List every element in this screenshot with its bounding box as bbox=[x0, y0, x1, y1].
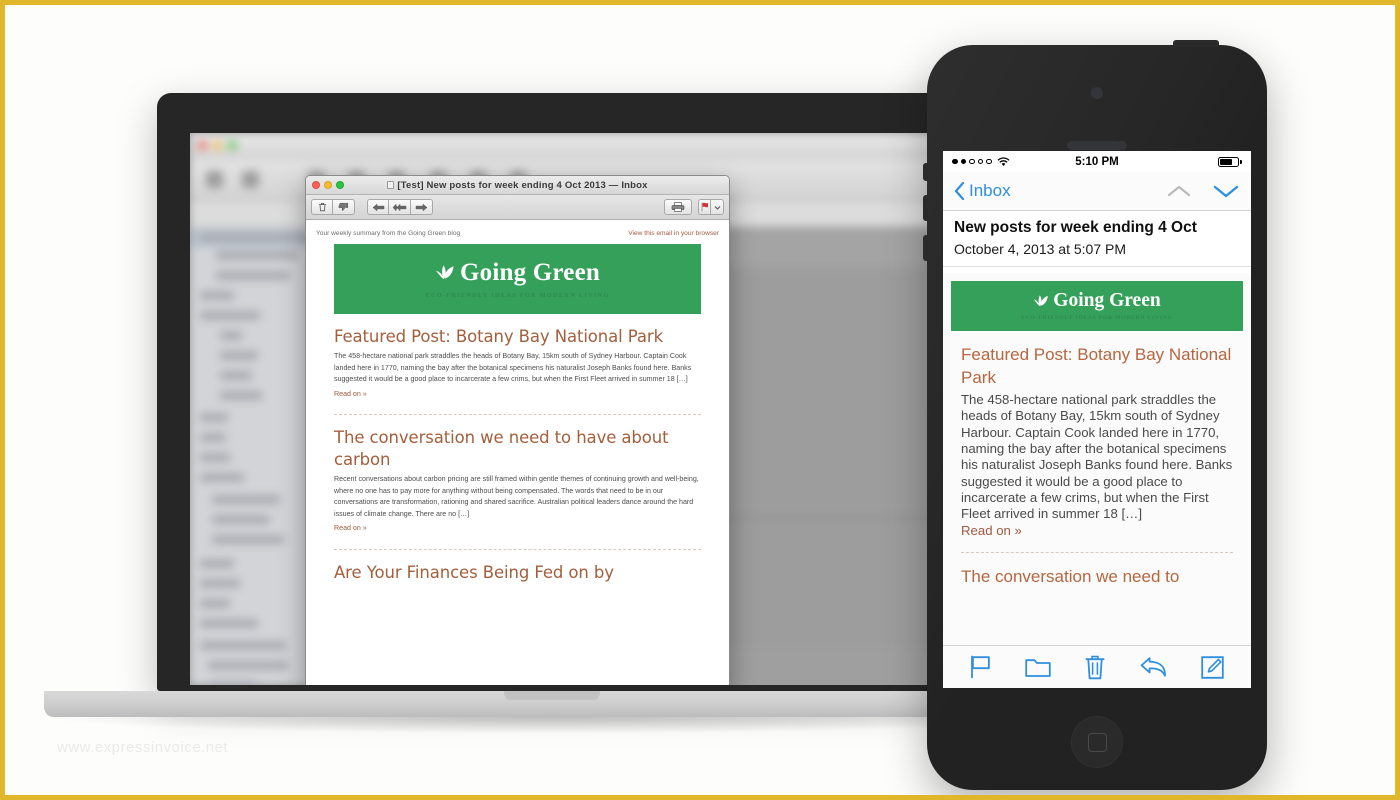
brand-tagline: ECO-FRIENDLY IDEAS FOR MODERN LIVING bbox=[1021, 315, 1173, 322]
reply-all-arrow-icon bbox=[392, 203, 407, 211]
article-item[interactable]: The conversation we need to have about c… bbox=[334, 415, 701, 534]
home-square-icon bbox=[1087, 732, 1107, 752]
message-subject: New posts for week ending 4 Oct bbox=[954, 219, 1197, 236]
trash-icon bbox=[318, 203, 326, 212]
email-brand-header: Going Green ECO-FRIENDLY IDEAS FOR MODER… bbox=[334, 244, 701, 314]
brand-name-text: Going Green bbox=[460, 258, 600, 286]
article-item[interactable]: Are Your Finances Being Fed on by bbox=[334, 550, 701, 583]
laptop-screen: [Test] New posts for week ending 4 Oct 2… bbox=[190, 133, 935, 685]
flag-icon bbox=[701, 202, 708, 212]
flag-menu-button[interactable] bbox=[711, 199, 724, 215]
brand-title: Going Green bbox=[435, 260, 600, 285]
article-body-text: Recent conversations about carbon pricin… bbox=[334, 475, 699, 518]
reply-button[interactable] bbox=[367, 199, 389, 215]
laptop-device: [Test] New posts for week ending 4 Oct 2… bbox=[44, 93, 1060, 756]
delete-button[interactable] bbox=[311, 199, 333, 215]
message-actions-group[interactable] bbox=[311, 199, 355, 215]
mail-action-toolbar[interactable] bbox=[943, 645, 1251, 688]
ring-silent-switch[interactable] bbox=[923, 163, 928, 181]
forward-button[interactable] bbox=[411, 199, 433, 215]
message-date: October 4, 2013 at 5:07 PM bbox=[954, 240, 1126, 257]
email-window-title-text: [Test] New posts for week ending 4 Oct 2… bbox=[397, 179, 648, 191]
brand-title: Going Green bbox=[1033, 289, 1161, 311]
front-camera-icon bbox=[1091, 87, 1103, 99]
read-on-link[interactable]: Read on » bbox=[961, 523, 1233, 539]
laptop-lid: [Test] New posts for week ending 4 Oct 2… bbox=[157, 93, 947, 691]
brand-tagline: ECO-FRIENDLY IDEAS FOR MODERN LIVING bbox=[425, 291, 610, 299]
chevron-left-icon bbox=[954, 182, 965, 200]
email-window-title: [Test] New posts for week ending 4 Oct 2… bbox=[306, 180, 729, 191]
iphone-screen[interactable]: 5:10 PM Inbox New posts for week ending … bbox=[943, 151, 1251, 688]
chevron-up-icon[interactable] bbox=[1167, 184, 1191, 198]
article-body: Recent conversations about carbon pricin… bbox=[334, 474, 701, 534]
back-to-inbox-button[interactable]: Inbox bbox=[954, 181, 1011, 201]
bg-titlebar bbox=[190, 133, 935, 159]
chevron-down-icon[interactable] bbox=[1213, 184, 1239, 199]
leaf-icon bbox=[1034, 295, 1049, 307]
home-button[interactable] bbox=[1071, 716, 1123, 768]
ios-status-bar: 5:10 PM bbox=[943, 151, 1251, 172]
watermark-text: www.expressinvoice.net bbox=[57, 739, 229, 756]
leaf-icon bbox=[436, 265, 454, 279]
article-title[interactable]: The conversation we need to have about c… bbox=[334, 427, 701, 470]
view-in-browser-link[interactable]: View this email in your browser bbox=[628, 230, 719, 237]
article-title[interactable]: Featured Post: Botany Bay National Park bbox=[961, 344, 1233, 390]
flag-icon[interactable] bbox=[970, 655, 991, 679]
reply-arrow-icon[interactable] bbox=[1140, 656, 1167, 678]
document-icon bbox=[387, 180, 395, 189]
preheader-text: Your weekly summary from the Going Green… bbox=[316, 230, 461, 237]
status-bar-time: 5:10 PM bbox=[1075, 155, 1119, 168]
print-button[interactable] bbox=[664, 199, 692, 215]
message-nav-group[interactable] bbox=[1167, 184, 1239, 199]
volume-up-button[interactable] bbox=[923, 195, 928, 221]
email-viewer-window[interactable]: [Test] New posts for week ending 4 Oct 2… bbox=[305, 175, 730, 685]
bg-window-controls bbox=[198, 141, 237, 150]
printer-icon bbox=[671, 202, 685, 212]
chevron-down-icon bbox=[714, 205, 720, 210]
article-body-text: The 458-hectare national park straddles … bbox=[334, 352, 692, 384]
screenshot-stage: [Test] New posts for week ending 4 Oct 2… bbox=[0, 0, 1400, 800]
article-item[interactable]: Featured Post: Botany Bay National Park … bbox=[334, 314, 701, 400]
junk-button[interactable] bbox=[333, 199, 355, 215]
article-body-text: The 458-hectare national park straddles … bbox=[961, 391, 1233, 522]
read-on-link[interactable]: Read on » bbox=[334, 389, 701, 400]
reply-arrow-icon bbox=[372, 203, 384, 211]
ios-navigation-bar[interactable]: Inbox bbox=[943, 172, 1251, 211]
email-brand-header: Going Green ECO-FRIENDLY IDEAS FOR MODER… bbox=[951, 281, 1243, 331]
article-title[interactable]: Are Your Finances Being Fed on by bbox=[334, 562, 701, 583]
article-item[interactable]: Featured Post: Botany Bay National Park … bbox=[943, 331, 1251, 539]
reply-actions-group[interactable] bbox=[367, 199, 433, 215]
read-on-link[interactable]: Read on » bbox=[334, 523, 701, 534]
laptop-lid-notch bbox=[504, 691, 600, 700]
message-content[interactable]: Going Green ECO-FRIENDLY IDEAS FOR MODER… bbox=[943, 273, 1251, 645]
compose-icon[interactable] bbox=[1201, 655, 1224, 679]
toolbar-right-group[interactable] bbox=[664, 199, 724, 215]
article-body: The 458-hectare national park straddles … bbox=[334, 351, 701, 400]
flag-group[interactable] bbox=[698, 199, 724, 215]
email-window-toolbar[interactable] bbox=[306, 195, 729, 220]
email-body[interactable]: Your weekly summary from the Going Green… bbox=[306, 221, 729, 685]
battery-icon bbox=[1218, 156, 1242, 167]
article-body: The 458-hectare national park straddles … bbox=[961, 392, 1233, 539]
email-preheader: Your weekly summary from the Going Green… bbox=[306, 221, 729, 244]
flag-button[interactable] bbox=[698, 199, 711, 215]
email-window-titlebar[interactable]: [Test] New posts for week ending 4 Oct 2… bbox=[306, 176, 729, 195]
article-title[interactable]: Featured Post: Botany Bay National Park bbox=[334, 326, 701, 347]
thumbs-down-icon bbox=[338, 202, 349, 211]
article-item[interactable]: The conversation we need to bbox=[943, 553, 1251, 589]
folder-icon[interactable] bbox=[1025, 656, 1051, 678]
brand-name-text: Going Green bbox=[1053, 289, 1161, 311]
iphone-device: 5:10 PM Inbox New posts for week ending … bbox=[923, 40, 1267, 790]
message-header: New posts for week ending 4 Oct October … bbox=[943, 211, 1251, 267]
laptop-shadow bbox=[52, 717, 1052, 733]
volume-down-button[interactable] bbox=[923, 235, 928, 261]
article-title[interactable]: The conversation we need to bbox=[961, 566, 1233, 589]
earpiece-speaker bbox=[1067, 141, 1127, 150]
trash-icon[interactable] bbox=[1085, 655, 1105, 680]
forward-arrow-icon bbox=[415, 203, 428, 211]
back-button-label: Inbox bbox=[969, 181, 1011, 200]
reply-all-button[interactable] bbox=[389, 199, 411, 215]
power-button[interactable] bbox=[1173, 40, 1219, 47]
